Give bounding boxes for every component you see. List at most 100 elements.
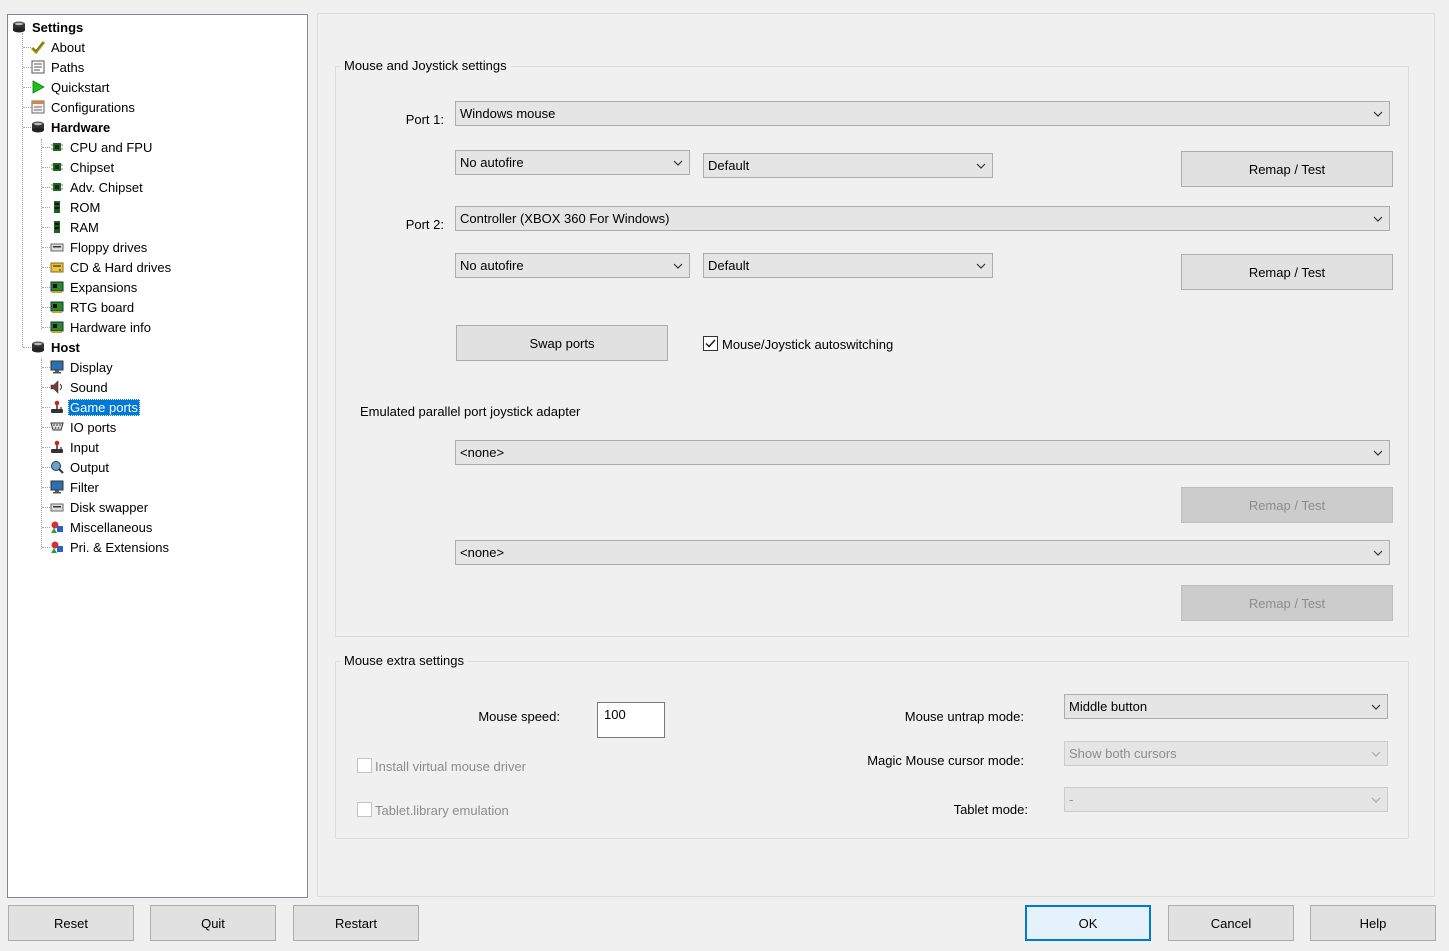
tree-label: RAM [70,219,99,235]
chevron-down-icon [673,160,683,166]
virtual-mouse-driver-checkbox[interactable] [357,758,372,773]
tree-item-miscellaneous[interactable]: Miscellaneous [49,518,154,536]
chevron-down-icon [1371,751,1381,757]
tree-item-rom[interactable]: ROM [49,198,102,216]
play-icon [30,79,46,95]
tree-item-rtg-board[interactable]: RTG board [49,298,136,316]
tree-label: Settings [32,19,84,35]
shapes-icon [49,519,65,535]
disk-stack-icon [11,19,27,35]
tree-item-pri-extensions[interactable]: Pri. & Extensions [49,538,171,556]
tree-label: Quickstart [51,79,110,95]
combo-value: No autofire [460,155,524,170]
autoswitch-checkbox[interactable] [703,336,718,351]
tree-item-ram[interactable]: RAM [49,218,101,236]
output-icon [49,459,65,475]
virtual-mouse-driver-label: Install virtual mouse driver [375,759,526,774]
combo-value: Default [708,158,750,173]
port1-device-select[interactable]: Windows mouse [455,101,1390,126]
tree-label: Hardware [51,119,111,135]
ok-button[interactable]: OK [1025,905,1151,941]
tree-item-display[interactable]: Display [49,358,115,376]
untrap-mode-label: Mouse untrap mode: [904,709,1024,724]
folder-list-icon [30,59,46,75]
port1-mode-select[interactable]: Default [703,153,993,178]
tree-label: CD & Hard drives [70,259,172,275]
group-title: Mouse and Joystick settings [340,58,511,74]
reset-button[interactable]: Reset [8,905,134,941]
magic-mouse-label: Magic Mouse cursor mode: [867,753,1024,768]
tree-item-sound[interactable]: Sound [49,378,110,396]
tree-item-cd-hard-drives[interactable]: CD & Hard drives [49,258,173,276]
port1-remap-button[interactable]: Remap / Test [1181,151,1393,187]
port2-remap-button[interactable]: Remap / Test [1181,254,1393,290]
quit-button[interactable]: Quit [150,905,276,941]
swap-ports-button[interactable]: Swap ports [456,325,668,361]
untrap-mode-select[interactable]: Middle button [1064,694,1388,719]
tree-item-input[interactable]: Input [49,438,101,456]
help-button[interactable]: Help [1310,905,1436,941]
tablet-mode-select[interactable]: - [1064,787,1388,812]
combo-value: Default [708,258,750,273]
magic-mouse-select[interactable]: Show both cursors [1064,741,1388,766]
parallel1-device-select[interactable]: <none> [455,440,1390,465]
port2-autofire-select[interactable]: No autofire [455,253,690,278]
tree-item-expansions[interactable]: Expansions [49,278,139,296]
tree-item-configurations[interactable]: Configurations [30,98,137,116]
io-port-icon [49,419,65,435]
shapes-icon [49,539,65,555]
chevron-down-icon [976,263,986,269]
tree-item-game-ports[interactable]: Game ports [49,398,140,416]
cancel-button[interactable]: Cancel [1168,905,1294,941]
tree-label: Miscellaneous [70,519,153,535]
tree-item-paths[interactable]: Paths [30,58,86,76]
tree-label: Sound [70,379,108,395]
parallel2-device-select[interactable]: <none> [455,540,1390,565]
joystick-icon [49,439,65,455]
port1-autofire-select[interactable]: No autofire [455,150,690,175]
tree-label: Chipset [70,159,115,175]
config-list-icon [30,99,46,115]
tree-item-cpu-fpu[interactable]: CPU and FPU [49,138,154,156]
port2-device-select[interactable]: Controller (XBOX 360 For Windows) [455,206,1390,231]
tree-label: RTG board [70,299,135,315]
restart-button[interactable]: Restart [293,905,419,941]
tree-item-filter[interactable]: Filter [49,478,101,496]
tree-item-host[interactable]: Host [30,338,82,356]
tree-label: Adv. Chipset [70,179,143,195]
chip-icon [49,159,65,175]
tree-label: Paths [51,59,85,75]
tree-item-about[interactable]: About [30,38,87,56]
parallel2-remap-button[interactable]: Remap / Test [1181,585,1393,621]
tree-item-disk-swapper[interactable]: Disk swapper [49,498,150,516]
tree-item-io-ports[interactable]: IO ports [49,418,118,436]
tree-item-floppy-drives[interactable]: Floppy drives [49,238,149,256]
parallel1-remap-button[interactable]: Remap / Test [1181,487,1393,523]
combo-value: Windows mouse [460,106,556,121]
tree-item-adv-chipset[interactable]: Adv. Chipset [49,178,145,196]
tree-root-settings[interactable]: Settings [11,18,85,36]
tree-label: Hardware info [70,319,151,335]
floppy-drive-icon [49,239,65,255]
tree-label: Disk swapper [70,499,149,515]
tree-item-hardware-info[interactable]: Hardware info [49,318,153,336]
mouse-speed-input[interactable]: 100 [597,702,665,738]
tree-item-quickstart[interactable]: Quickstart [30,78,112,96]
settings-tree[interactable]: Settings About Paths Quickstart Configur… [7,14,308,898]
monitor-icon [49,479,65,495]
tree-item-hardware[interactable]: Hardware [30,118,112,136]
tablet-library-checkbox[interactable] [357,802,372,817]
tree-item-chipset[interactable]: Chipset [49,158,116,176]
tree-label: ROM [70,199,101,215]
combo-value: Show both cursors [1069,746,1177,761]
tree-label: Filter [70,479,99,495]
tree-item-output[interactable]: Output [49,458,111,476]
chevron-down-icon [673,263,683,269]
combo-value: <none> [460,445,505,460]
group-title: Mouse extra settings [340,653,468,669]
tree-label: Host [51,339,80,355]
disk-stack-icon [30,339,46,355]
port2-mode-select[interactable]: Default [703,253,993,278]
combo-value: Controller (XBOX 360 For Windows) [460,211,670,226]
tree-connector [22,33,23,347]
